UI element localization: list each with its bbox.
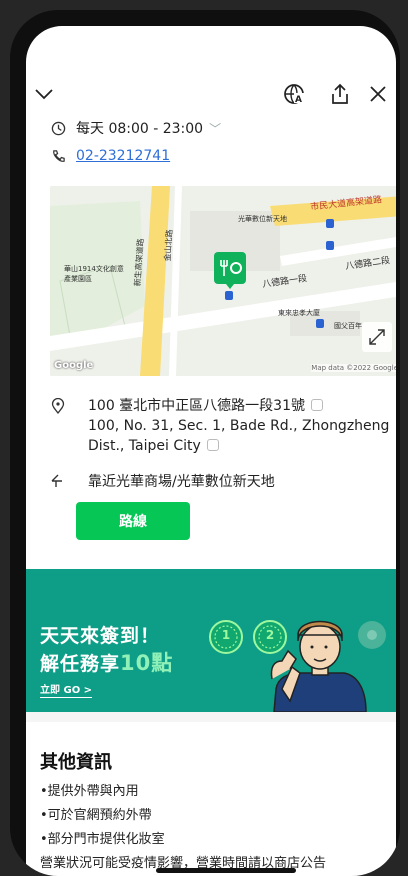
map-label-building: 光華數位新天地 bbox=[238, 215, 287, 223]
direction-arrow-icon bbox=[50, 473, 66, 489]
nearby-row: 靠近光華商場/光華數位新天地 bbox=[50, 471, 275, 491]
banner-line2-highlight: 10點 bbox=[120, 651, 174, 675]
route-button[interactable]: 路線 bbox=[76, 502, 190, 540]
map-label-east-st: 東來忠孝大廈 bbox=[278, 309, 320, 317]
map-attribution: Map data ©2022 Google bbox=[311, 364, 396, 372]
list-item: •提供外帶與內用 bbox=[40, 784, 139, 799]
phone-icon bbox=[50, 148, 66, 164]
map-label-memorial: 國父百年 bbox=[334, 322, 362, 330]
phone-frame: A 每天 08:00 - 23:00 ﹀ 02-23212741 光華數位新天地… bbox=[10, 10, 400, 876]
banner-title-line2: 解任務享10點 bbox=[40, 647, 173, 677]
map-label-v-road2: 金山北路 bbox=[162, 229, 175, 262]
svg-text:A: A bbox=[295, 95, 302, 105]
checkin-banner[interactable]: 1 2 天天來簽到！ 解任務享10點 立即 GO > bbox=[26, 569, 396, 712]
google-logo: Google bbox=[54, 360, 94, 371]
copy-icon[interactable] bbox=[206, 439, 219, 451]
nearby-text: 靠近光華商場/光華數位新天地 bbox=[88, 474, 275, 490]
place-detail-screen: A 每天 08:00 - 23:00 ﹀ 02-23212741 光華數位新天地… bbox=[26, 26, 396, 876]
translate-icon[interactable]: A bbox=[280, 80, 308, 108]
address-zh: 100 臺北市中正區八德路一段31號 bbox=[50, 396, 390, 416]
top-bar: A bbox=[26, 80, 396, 120]
coin-2: 2 bbox=[265, 628, 275, 642]
location-map[interactable]: 光華數位新天地 華山1914文化創意產業園區 八德路一段 八德路二段 市民大道高… bbox=[50, 186, 396, 376]
banner-line2-prefix: 解任務享 bbox=[40, 653, 121, 675]
list-item: •部分門市提供化妝室 bbox=[40, 832, 165, 847]
address-en-text: 100, No. 31, Sec. 1, Bade Rd., Zhongzhen… bbox=[88, 418, 390, 454]
list-item: •可於官網預約外帶 bbox=[40, 808, 152, 823]
phone-number-link[interactable]: 02-23212741 bbox=[76, 148, 170, 164]
hours-text: 每天 08:00 - 23:00 bbox=[76, 121, 204, 137]
home-indicator bbox=[156, 868, 296, 873]
clock-icon bbox=[50, 120, 66, 136]
section-divider bbox=[26, 712, 396, 722]
collapse-chevron-icon[interactable] bbox=[30, 80, 58, 108]
phone-row[interactable]: 02-23212741 bbox=[50, 148, 170, 164]
copy-icon[interactable] bbox=[311, 399, 323, 411]
address-en: 100, No. 31, Sec. 1, Bade Rd., Zhongzhen… bbox=[50, 416, 390, 456]
banner-title-line1: 天天來簽到！ bbox=[40, 625, 161, 647]
address-zh-text: 100 臺北市中正區八德路一段31號 bbox=[88, 398, 305, 414]
close-icon[interactable] bbox=[364, 80, 392, 108]
share-icon[interactable] bbox=[326, 80, 354, 108]
banner-go-link[interactable]: 立即 GO > bbox=[40, 685, 93, 698]
other-info-title: 其他資訊 bbox=[40, 752, 112, 773]
other-info-list: •提供外帶與內用 •可於官網預約外帶 •部分門市提供化妝室 營業狀況可能受疫情影… bbox=[40, 780, 396, 876]
chevron-down-icon[interactable]: ﹀ bbox=[209, 120, 221, 137]
coin-1: 1 bbox=[221, 628, 231, 642]
address-block: 100 臺北市中正區八德路一段31號 100, No. 31, Sec. 1, … bbox=[50, 396, 390, 456]
map-label-park: 華山1914文化創意產業園區 bbox=[64, 265, 124, 283]
hours-row[interactable]: 每天 08:00 - 23:00 ﹀ bbox=[50, 118, 221, 138]
